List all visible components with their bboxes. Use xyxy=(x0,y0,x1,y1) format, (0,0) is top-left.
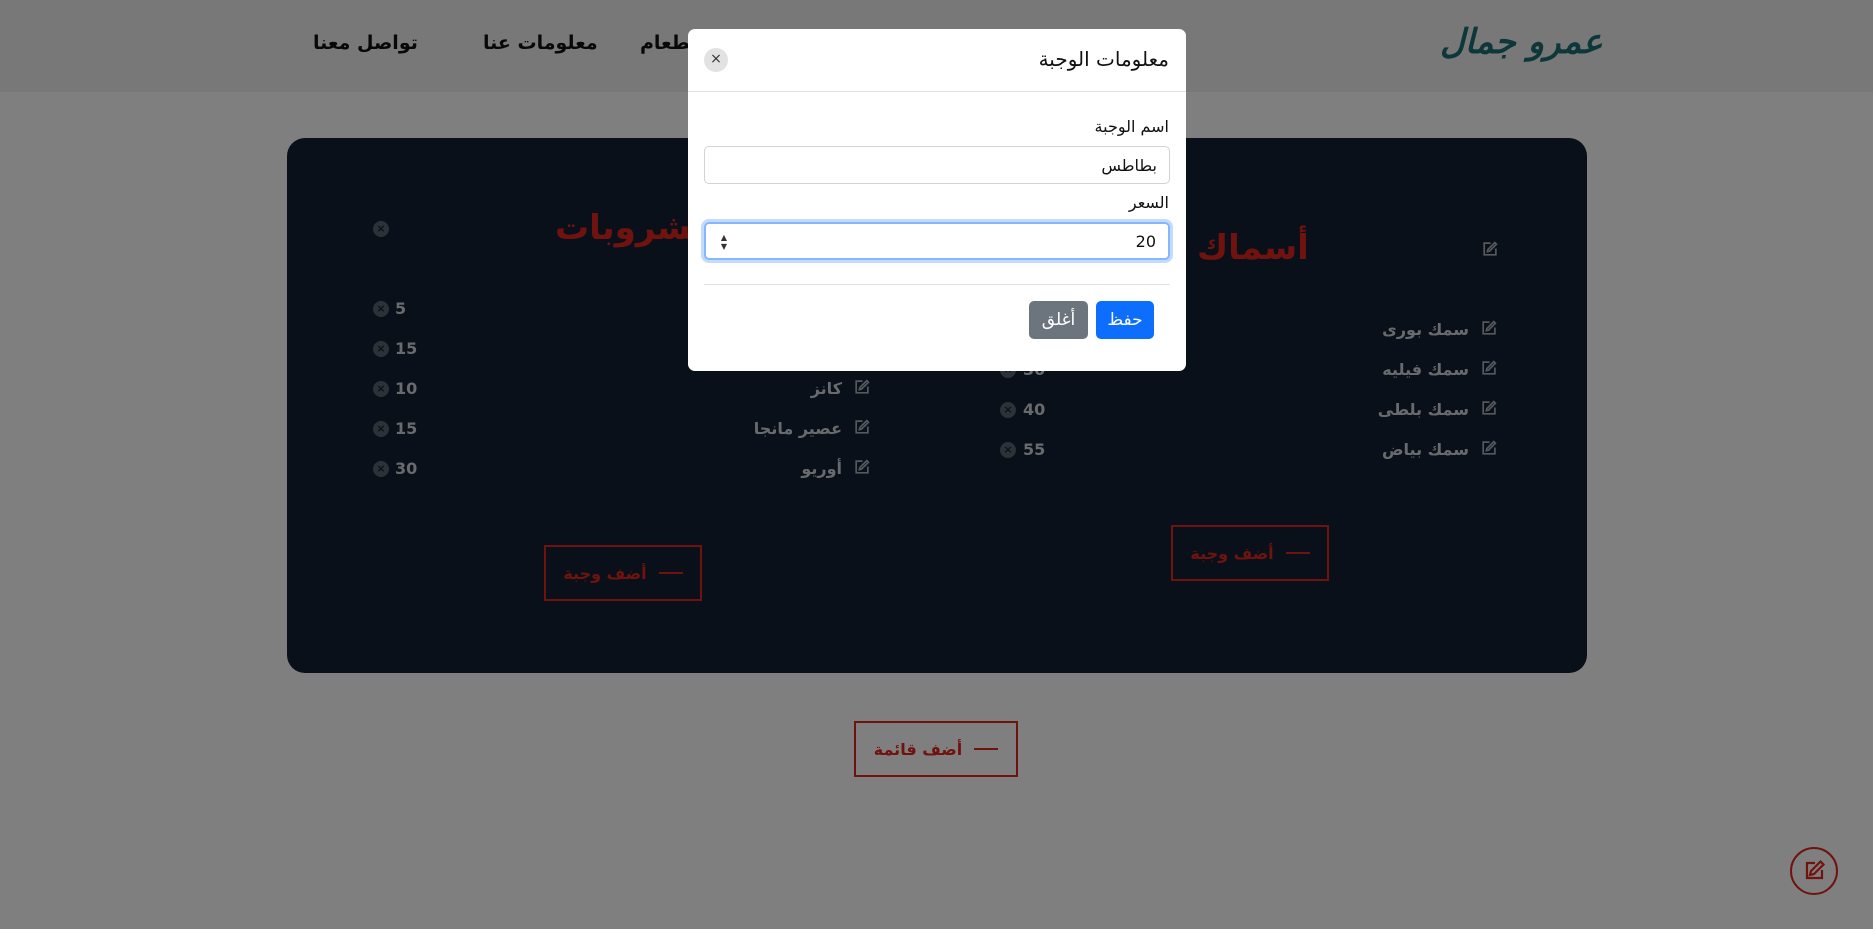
price-input[interactable] xyxy=(704,222,1170,260)
price-label: السعر xyxy=(1128,193,1169,212)
stepper-up-icon[interactable]: ▲ xyxy=(721,233,727,242)
meal-name-label: اسم الوجبة xyxy=(1094,117,1169,136)
close-button[interactable]: أغلق xyxy=(1029,301,1088,339)
price-stepper[interactable]: ▲ ▼ xyxy=(717,230,731,254)
stepper-down-icon[interactable]: ▼ xyxy=(721,242,727,251)
modal-footer-divider xyxy=(704,284,1170,285)
save-button[interactable]: حفظ xyxy=(1096,301,1154,339)
meal-name-input[interactable] xyxy=(704,146,1170,184)
modal-header-divider xyxy=(688,91,1186,92)
meal-info-modal: معلومات الوجبة × اسم الوجبة السعر ▲ ▼ حف… xyxy=(688,29,1186,371)
modal-title: معلومات الوجبة xyxy=(1038,47,1169,71)
close-icon[interactable]: × xyxy=(704,48,728,72)
